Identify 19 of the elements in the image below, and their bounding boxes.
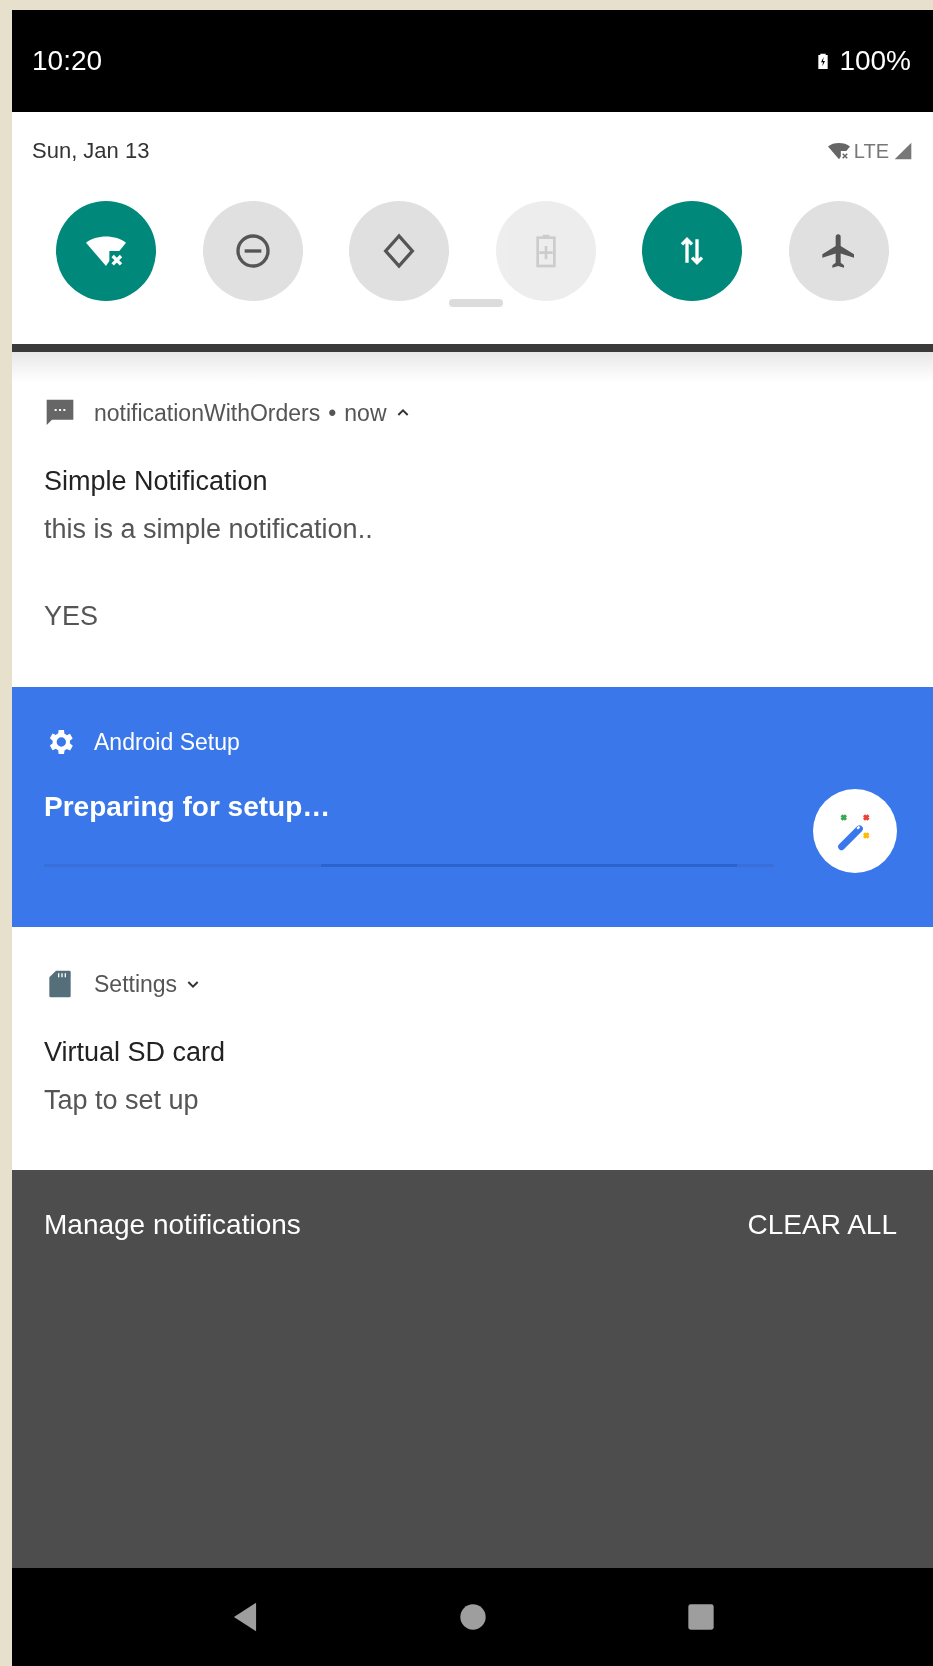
app-name: Settings bbox=[94, 970, 178, 999]
notification-title: Preparing for setup… bbox=[44, 789, 332, 824]
time-text: now bbox=[344, 399, 387, 428]
notification-title: Virtual SD card bbox=[44, 1035, 227, 1069]
notification-title: Simple Notification bbox=[44, 464, 269, 498]
yes-button[interactable]: YES bbox=[44, 595, 99, 636]
signal-icon bbox=[893, 140, 913, 161]
notification-text: Tap to set up bbox=[44, 1084, 200, 1117]
app-name: Android Setup bbox=[94, 728, 240, 757]
network-type-text: LTE bbox=[853, 138, 889, 164]
separator-dot: • bbox=[328, 399, 337, 428]
date-text: Sun, Jan 13 bbox=[32, 137, 150, 165]
battery-text: 100% bbox=[839, 44, 911, 78]
notification-text: this is a simple notification.. bbox=[44, 513, 374, 546]
manage-notifications-button[interactable]: Manage notifications bbox=[44, 1204, 301, 1246]
clock-text: 10:20 bbox=[32, 44, 103, 78]
app-name: notificationWithOrders bbox=[94, 399, 321, 428]
drag-handle[interactable] bbox=[449, 299, 503, 307]
clear-all-button[interactable]: CLEAR ALL bbox=[747, 1204, 897, 1246]
